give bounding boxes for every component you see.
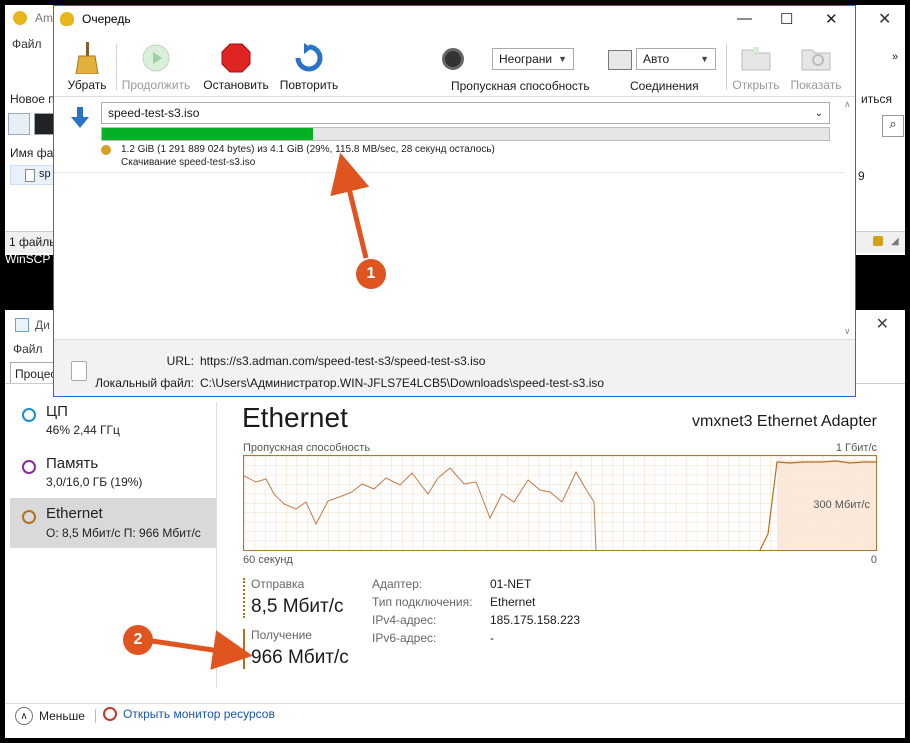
annotation-arrow-2	[151, 630, 253, 670]
annotation-arrow-1	[330, 152, 370, 259]
annotation-badge-2: 2	[123, 625, 153, 655]
annotation-badge-1: 1	[356, 259, 386, 289]
